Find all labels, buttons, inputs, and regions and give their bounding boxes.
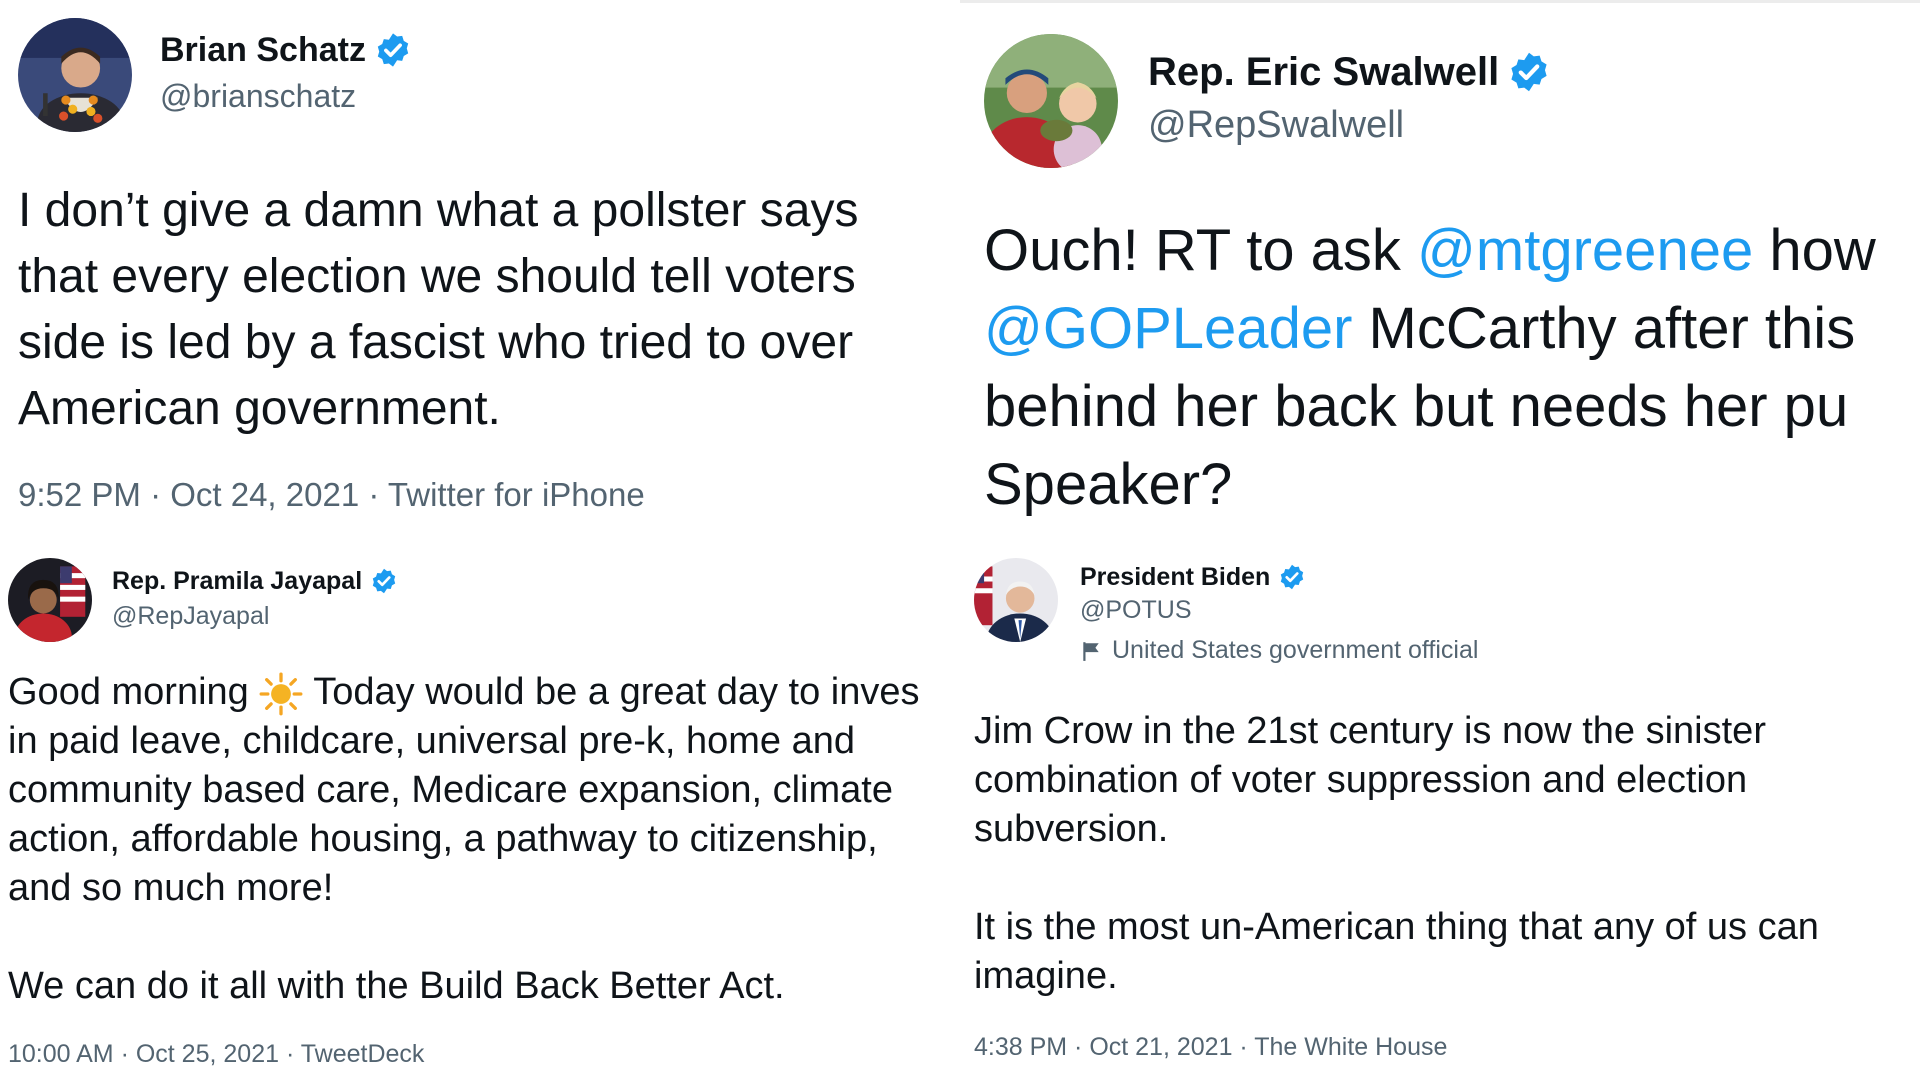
display-name[interactable]: President Biden (1080, 562, 1306, 592)
avatar[interactable] (984, 34, 1118, 168)
tweet-line: Ouch! RT to ask @mtgreenee how (984, 212, 1876, 290)
display-name-text: Brian Schatz (160, 30, 366, 69)
handle[interactable]: @RepSwalwell (1148, 104, 1404, 147)
avatar[interactable] (18, 18, 132, 132)
tweet-biden: President Biden @POTUS United States gov… (960, 540, 1920, 1080)
verified-badge-icon (1507, 50, 1551, 94)
tweet-line: American government. (18, 382, 501, 435)
tweet-jayapal: Rep. Pramila Jayapal @RepJayapal Good mo… (0, 540, 960, 1080)
tweet-timestamp[interactable]: 9:52 PM · Oct 24, 2021 · Twitter for iPh… (18, 476, 645, 514)
government-label-text: United States government official (1112, 636, 1479, 664)
tweet-line: behind her back but needs her pu (984, 374, 1849, 439)
display-name[interactable]: Rep. Pramila Jayapal (112, 566, 398, 596)
tweet-line (8, 913, 920, 962)
verified-badge-icon (374, 31, 412, 69)
text-segment: McCarthy after this (1352, 296, 1856, 361)
tweet-line: We can do it all with the Build Back Bet… (8, 965, 785, 1007)
tweet-line: It is the most un-American thing that an… (974, 906, 1819, 948)
avatar[interactable] (974, 558, 1058, 642)
tweet-text: Good morning Today would be a great day … (8, 668, 920, 1011)
text-segment: Good morning (8, 671, 260, 713)
tweet-line (974, 854, 1819, 903)
tweet-line: community based care, Medicare expansion… (8, 769, 893, 811)
display-name[interactable]: Rep. Eric Swalwell (1148, 50, 1551, 94)
tweet-line: Good morning Today would be a great day … (8, 668, 920, 717)
handle[interactable]: @POTUS (1080, 596, 1192, 625)
tweet-line: subversion. (974, 808, 1169, 850)
verified-badge-icon (1278, 563, 1306, 591)
tweet-line: that every election we should tell voter… (18, 250, 856, 303)
tweet-text: Jim Crow in the 21st century is now the … (974, 707, 1819, 1001)
tweet-line: imagine. (974, 955, 1118, 997)
tweet-line: and so much more! (8, 867, 334, 909)
display-name[interactable]: Brian Schatz (160, 30, 412, 70)
handle[interactable]: @brianschatz (160, 78, 356, 115)
tweet-line: action, affordable housing, a pathway to… (8, 818, 878, 860)
text-segment: Today would be a great day to inves (303, 671, 920, 713)
tweet-swalwell: Rep. Eric Swalwell @RepSwalwell Ouch! RT… (960, 0, 1920, 540)
tweet-text: Ouch! RT to ask @mtgreenee how @GOPLeade… (984, 212, 1876, 524)
tweet-line: @GOPLeader McCarthy after this (984, 290, 1876, 368)
avatar[interactable] (8, 558, 92, 642)
tweet-line: combination of voter suppression and ele… (974, 759, 1748, 801)
tweet-schatz: Brian Schatz @brianschatz I don’t give a… (0, 0, 960, 540)
tweet-line: Jim Crow in the 21st century is now the … (974, 710, 1766, 752)
tweet-text: I don’t give a damn what a pollster says… (18, 178, 858, 442)
handle[interactable]: @RepJayapal (112, 602, 269, 631)
tweet-timestamp[interactable]: 10:00 AM · Oct 25, 2021 · TweetDeck (8, 1040, 424, 1069)
tweet-line: Speaker? (984, 452, 1233, 517)
tweet-line: side is led by a fascist who tried to ov… (18, 316, 854, 369)
tweet-line: I don’t give a damn what a pollster says (18, 184, 859, 237)
sun-emoji-icon (259, 672, 303, 716)
display-name-text: Rep. Eric Swalwell (1148, 49, 1500, 94)
display-name-text: President Biden (1080, 562, 1271, 591)
verified-badge-icon (370, 567, 398, 595)
text-segment: how (1753, 218, 1876, 283)
tweet-line: in paid leave, childcare, universal pre-… (8, 720, 856, 762)
mention-link[interactable]: @mtgreenee (1417, 218, 1753, 283)
text-segment: Ouch! RT to ask (984, 218, 1418, 283)
flag-icon (1080, 640, 1102, 662)
display-name-text: Rep. Pramila Jayapal (112, 566, 363, 595)
mention-link[interactable]: @GOPLeader (984, 296, 1352, 361)
tweet-timestamp[interactable]: 4:38 PM · Oct 21, 2021 · The White House (974, 1033, 1447, 1062)
government-label[interactable]: United States government official (1080, 636, 1478, 665)
divider (960, 0, 1920, 3)
